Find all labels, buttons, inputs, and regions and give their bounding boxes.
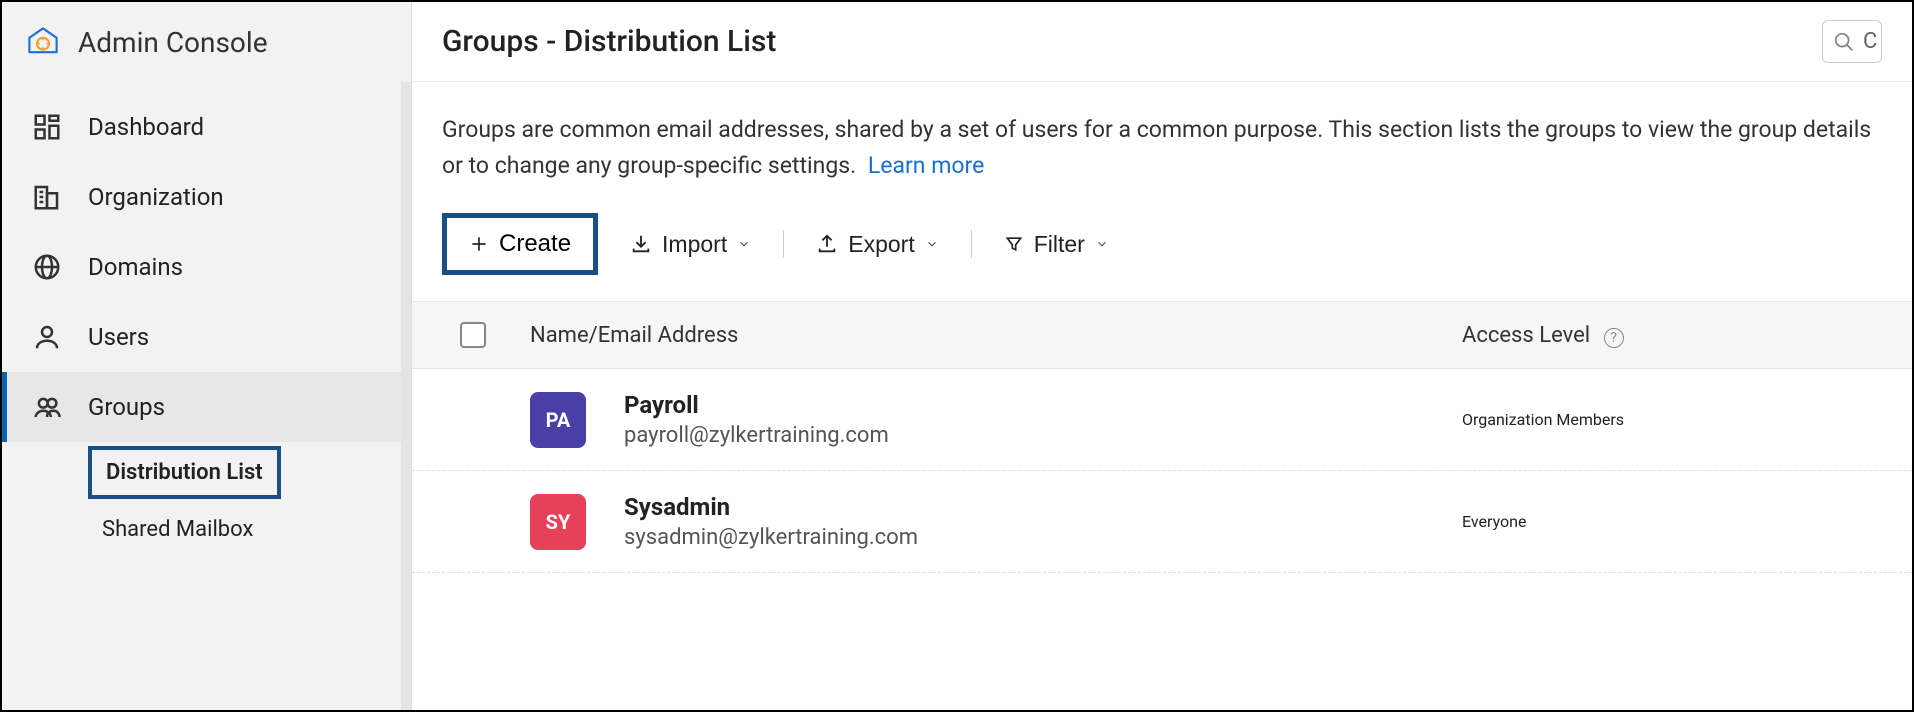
sidebar-nav: Dashboard Organization D bbox=[2, 82, 411, 556]
table-row[interactable]: SY Sysadmin sysadmin@zylkertraining.com … bbox=[412, 471, 1912, 573]
filter-button[interactable]: Filter bbox=[1000, 225, 1113, 264]
select-all-cell bbox=[460, 322, 530, 348]
column-name[interactable]: Name/Email Address bbox=[530, 323, 1462, 348]
divider bbox=[783, 230, 784, 258]
page-title: Groups - Distribution List bbox=[442, 24, 776, 59]
create-button[interactable]: Create bbox=[442, 213, 598, 275]
import-icon bbox=[630, 233, 652, 255]
description-text: Groups are common email addresses, share… bbox=[442, 116, 1871, 179]
toolbar: Create Import Export bbox=[442, 213, 1882, 275]
user-icon bbox=[30, 320, 64, 354]
sidebar-item-organization[interactable]: Organization bbox=[2, 162, 411, 232]
sidebar-item-label: Organization bbox=[88, 183, 224, 211]
sidebar-item-dashboard[interactable]: Dashboard bbox=[2, 92, 411, 162]
import-button[interactable]: Import bbox=[626, 225, 755, 264]
avatar: SY bbox=[530, 494, 586, 550]
table-header: Name/Email Address Access Level ? bbox=[412, 301, 1912, 369]
select-all-checkbox[interactable] bbox=[460, 322, 486, 348]
create-label: Create bbox=[499, 230, 571, 258]
organization-icon bbox=[30, 180, 64, 214]
learn-more-link[interactable]: Learn more bbox=[868, 152, 984, 179]
search-icon bbox=[1833, 31, 1855, 53]
sidebar-header: Admin Console bbox=[2, 2, 411, 82]
globe-icon bbox=[30, 250, 64, 284]
group-name: Payroll bbox=[624, 391, 1462, 419]
chevron-down-icon bbox=[737, 237, 751, 251]
table-body: PA Payroll payroll@zylkertraining.com Or… bbox=[442, 369, 1882, 573]
group-email: payroll@zylkertraining.com bbox=[624, 423, 1462, 448]
main: Groups - Distribution List C Groups are … bbox=[412, 2, 1912, 710]
sidebar-subitem-distribution-list[interactable]: Distribution List bbox=[88, 446, 281, 499]
search-box[interactable]: C bbox=[1822, 20, 1882, 63]
app-title: Admin Console bbox=[78, 26, 268, 59]
table-row[interactable]: PA Payroll payroll@zylkertraining.com Or… bbox=[412, 369, 1912, 471]
sidebar-item-label: Dashboard bbox=[88, 113, 204, 141]
app-logo-icon bbox=[26, 25, 60, 59]
main-header: Groups - Distribution List C bbox=[412, 2, 1912, 82]
divider bbox=[971, 230, 972, 258]
row-access-cell: Everyone bbox=[1462, 512, 1882, 531]
sidebar-item-users[interactable]: Users bbox=[2, 302, 411, 372]
page-description: Groups are common email addresses, share… bbox=[442, 112, 1882, 183]
groups-icon bbox=[30, 390, 64, 424]
sidebar: Admin Console Dashboard bbox=[2, 2, 412, 710]
dashboard-icon bbox=[30, 110, 64, 144]
sidebar-item-groups[interactable]: Groups bbox=[2, 372, 411, 442]
export-label: Export bbox=[848, 231, 914, 258]
sidebar-item-domains[interactable]: Domains bbox=[2, 232, 411, 302]
export-button[interactable]: Export bbox=[812, 225, 942, 264]
row-name-cell: Payroll payroll@zylkertraining.com bbox=[624, 391, 1462, 448]
import-label: Import bbox=[662, 231, 727, 258]
chevron-down-icon bbox=[1095, 237, 1109, 251]
filter-label: Filter bbox=[1034, 231, 1085, 258]
chevron-down-icon bbox=[925, 237, 939, 251]
row-access-cell: Organization Members bbox=[1462, 410, 1882, 429]
content: Groups are common email addresses, share… bbox=[412, 82, 1912, 573]
column-access[interactable]: Access Level ? bbox=[1462, 323, 1882, 348]
export-icon bbox=[816, 233, 838, 255]
plus-icon bbox=[469, 234, 489, 254]
help-icon[interactable]: ? bbox=[1604, 328, 1624, 348]
sidebar-item-label: Users bbox=[88, 323, 149, 351]
sidebar-subitem-shared-mailbox[interactable]: Shared Mailbox bbox=[88, 507, 267, 552]
group-email: sysadmin@zylkertraining.com bbox=[624, 525, 1462, 550]
sidebar-item-label: Domains bbox=[88, 253, 183, 281]
sidebar-item-label: Groups bbox=[88, 393, 165, 421]
filter-icon bbox=[1004, 234, 1024, 254]
sidebar-subitems: Distribution List Shared Mailbox bbox=[2, 442, 411, 556]
avatar: PA bbox=[530, 392, 586, 448]
group-name: Sysadmin bbox=[624, 493, 1462, 521]
row-name-cell: Sysadmin sysadmin@zylkertraining.com bbox=[624, 493, 1462, 550]
